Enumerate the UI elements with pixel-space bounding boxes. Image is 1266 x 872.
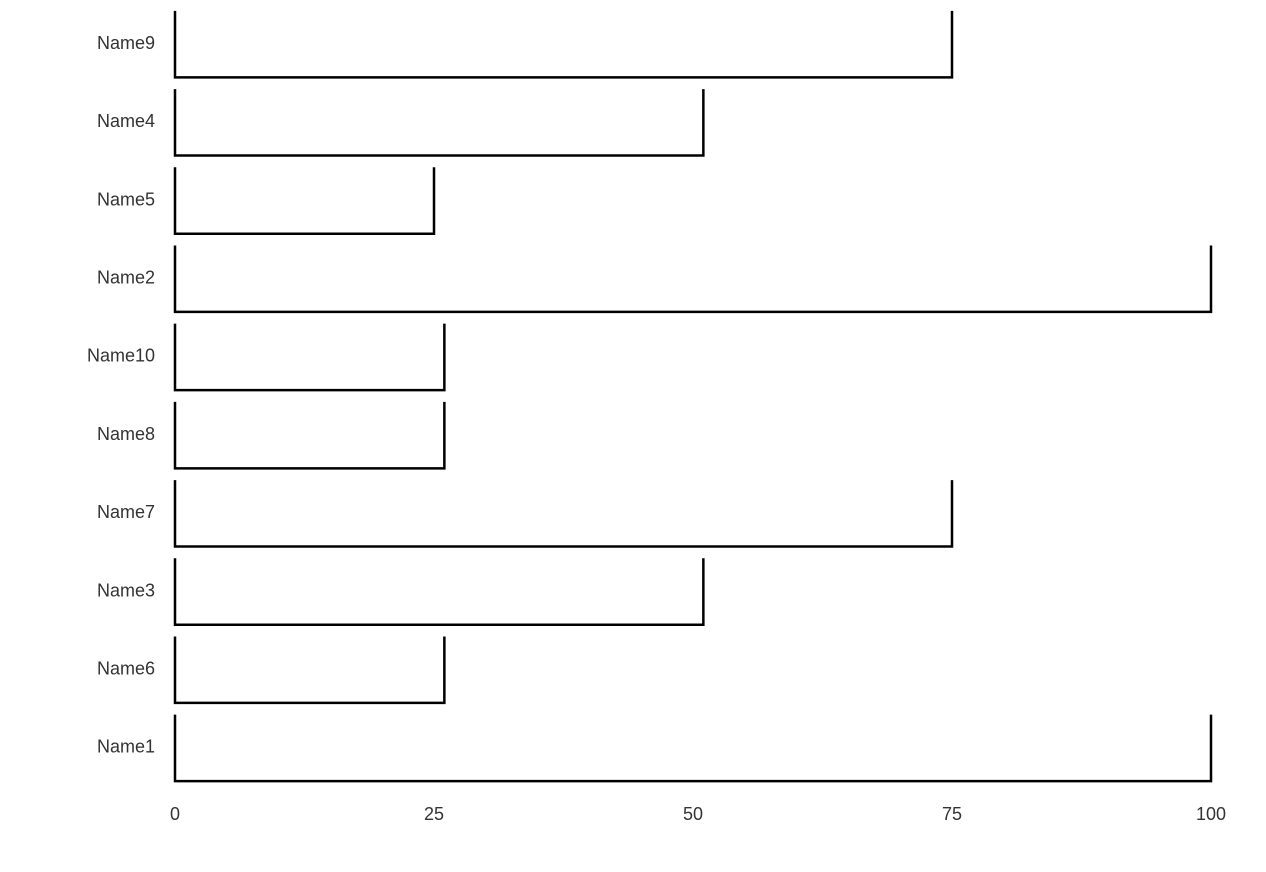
x-tick-label: 75	[942, 804, 962, 824]
x-tick-label: 100	[1196, 804, 1226, 824]
bar-name8	[175, 402, 444, 468]
y-tick-label: Name4	[97, 111, 155, 131]
y-tick-label: Name10	[87, 346, 155, 366]
y-tick-label: Name8	[97, 424, 155, 444]
bar-name5	[175, 167, 434, 233]
bar-name6	[175, 636, 444, 702]
y-tick-label: Name1	[97, 737, 155, 757]
bar-name1	[175, 715, 1211, 781]
y-tick-label: Name7	[97, 502, 155, 522]
x-tick-label: 0	[170, 804, 180, 824]
bar-name2	[175, 245, 1211, 311]
x-tick-label: 25	[424, 804, 444, 824]
bar-name9	[175, 11, 952, 77]
bar-name10	[175, 324, 444, 390]
dendrogram-bar-chart: Name9Name4Name5Name2Name10Name8Name7Name…	[0, 0, 1266, 872]
y-tick-label: Name5	[97, 189, 155, 209]
y-tick-label: Name3	[97, 580, 155, 600]
y-tick-label: Name2	[97, 267, 155, 287]
y-tick-label: Name9	[97, 33, 155, 53]
bar-name7	[175, 480, 952, 546]
bar-name4	[175, 89, 703, 155]
bar-name3	[175, 558, 703, 624]
y-tick-label: Name6	[97, 658, 155, 678]
x-tick-label: 50	[683, 804, 703, 824]
